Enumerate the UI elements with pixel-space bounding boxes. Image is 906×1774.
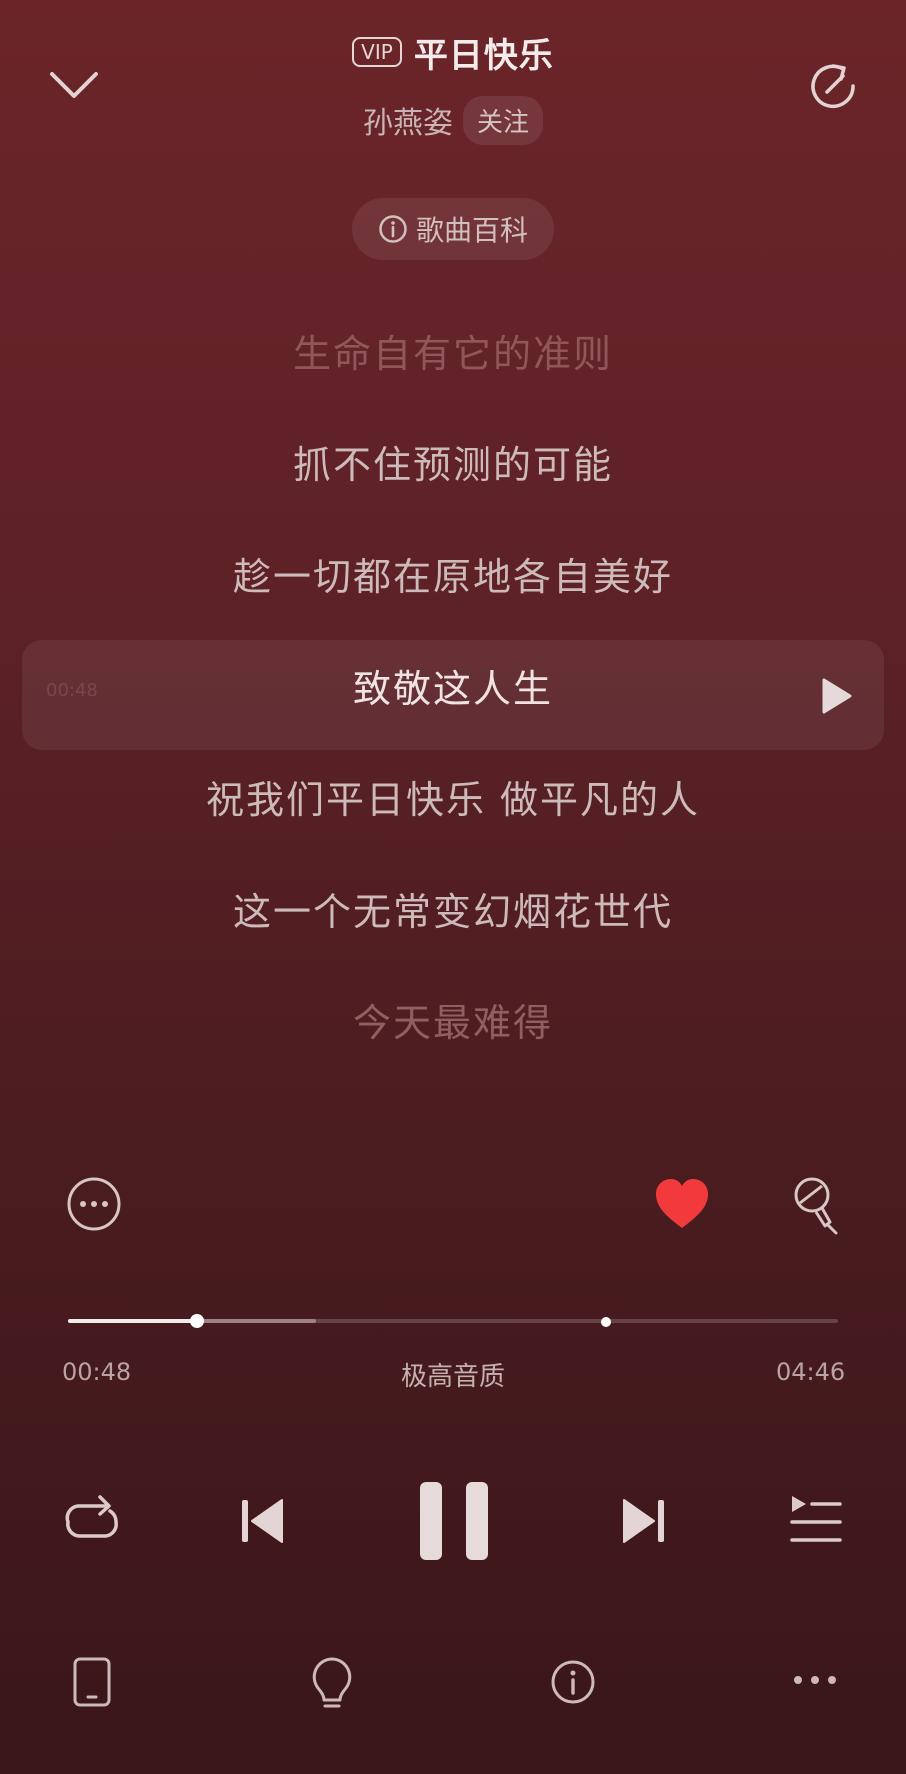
song-wiki-label: 歌曲百科 xyxy=(415,214,528,247)
vip-badge: VIP xyxy=(352,37,402,67)
progress-thumb[interactable] xyxy=(190,1314,205,1328)
lyric-line[interactable]: 生命自有它的准则 xyxy=(0,330,906,378)
more-circle-icon xyxy=(67,1177,121,1231)
progress-chorus-marker[interactable] xyxy=(601,1317,611,1327)
song-wiki-button[interactable]: 歌曲百科 xyxy=(352,198,554,260)
playlist-icon xyxy=(790,1496,842,1542)
like-button[interactable] xyxy=(654,1176,710,1232)
heart-icon xyxy=(656,1179,708,1228)
progress-played xyxy=(68,1319,198,1323)
more-options-button[interactable] xyxy=(66,1176,122,1232)
play-icon xyxy=(822,678,852,714)
repeat-icon xyxy=(65,1495,118,1538)
lightbulb-icon xyxy=(312,1657,352,1708)
song-info-button[interactable] xyxy=(550,1659,596,1705)
repeat-mode-button[interactable] xyxy=(62,1492,122,1548)
previous-icon xyxy=(242,1499,283,1543)
lyric-line[interactable]: 趁一切都在原地各自美好 xyxy=(0,553,906,601)
title-row: VIP 平日快乐 xyxy=(0,30,906,76)
more-horizontal-icon xyxy=(794,1676,836,1684)
previous-track-button[interactable] xyxy=(240,1496,286,1546)
lyric-line[interactable]: 今天最难得 xyxy=(0,999,906,1047)
microphone-icon xyxy=(794,1177,838,1235)
next-track-button[interactable] xyxy=(620,1496,666,1546)
playlist-button[interactable] xyxy=(788,1494,844,1546)
pause-button[interactable] xyxy=(416,1480,492,1562)
follow-button[interactable]: 关注 xyxy=(462,95,543,145)
song-title: 平日快乐 xyxy=(413,35,554,76)
phone-icon xyxy=(73,1657,111,1707)
lyric-line-current[interactable]: 致敬这人生 xyxy=(0,665,906,713)
lyric-line[interactable]: 祝我们平日快乐 做平凡的人 xyxy=(0,776,906,824)
time-total: 04:46 xyxy=(776,1358,846,1386)
lyric-line[interactable]: 抓不住预测的可能 xyxy=(0,441,906,489)
tip-button[interactable] xyxy=(310,1656,354,1710)
artist-name[interactable]: 孙燕姿 xyxy=(363,98,453,142)
next-icon xyxy=(623,1499,664,1543)
play-from-line-button[interactable] xyxy=(818,676,854,716)
pause-icon xyxy=(420,1482,488,1560)
info-icon xyxy=(551,1660,595,1704)
karaoke-button[interactable] xyxy=(792,1176,844,1236)
info-icon xyxy=(379,215,407,243)
overflow-menu-button[interactable] xyxy=(792,1674,838,1686)
device-button[interactable] xyxy=(72,1656,112,1708)
lyric-line[interactable]: 这一个无常变幻烟花世代 xyxy=(0,888,906,936)
audio-quality-button[interactable]: 极高音质 xyxy=(0,1356,906,1393)
artist-row: 孙燕姿 关注 xyxy=(0,95,906,145)
